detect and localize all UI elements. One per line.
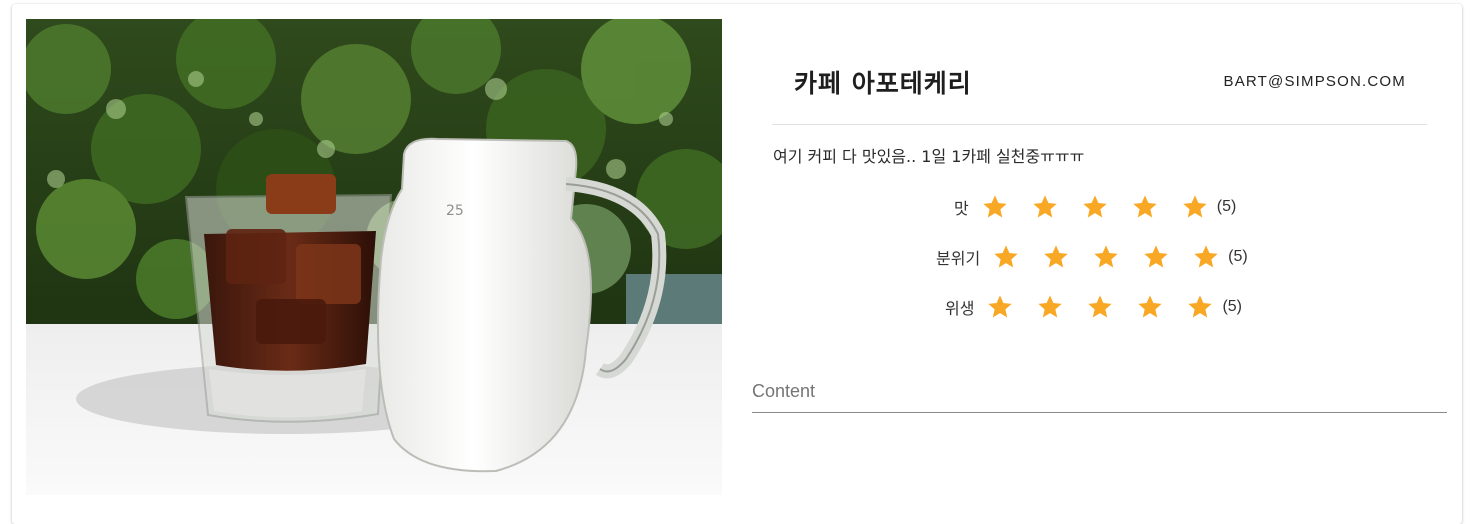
rating-row-atmosphere: 분위기 (5) bbox=[936, 242, 1248, 272]
star-icon[interactable] bbox=[1042, 243, 1070, 271]
review-description: 여기 커피 다 맛있음.. 1일 1카페 실천중ㅠㅠㅠ bbox=[773, 147, 1085, 166]
author-email[interactable]: BART@SIMPSON.COM bbox=[1223, 73, 1406, 90]
rating-row-hygiene: 위생 (5) bbox=[945, 292, 1242, 322]
rating-label-hygiene: 위생 bbox=[945, 299, 975, 318]
header-divider bbox=[772, 124, 1427, 125]
content-field: Content bbox=[752, 372, 1447, 414]
star-icon[interactable] bbox=[986, 293, 1014, 321]
content-input[interactable] bbox=[752, 372, 1447, 412]
star-icon[interactable] bbox=[1181, 193, 1209, 221]
cafe-title: 카페 아포테케리 bbox=[794, 69, 972, 98]
star-icon[interactable] bbox=[981, 193, 1009, 221]
rating-count-taste: (5) bbox=[1216, 198, 1237, 215]
star-icon[interactable] bbox=[992, 243, 1020, 271]
star-rating-hygiene[interactable] bbox=[986, 293, 1222, 321]
star-icon[interactable] bbox=[1192, 243, 1220, 271]
star-icon[interactable] bbox=[1131, 193, 1159, 221]
star-icon[interactable] bbox=[1031, 193, 1059, 221]
rating-row-taste: 맛 (5) bbox=[954, 192, 1236, 222]
rating-count-hygiene: (5) bbox=[1222, 298, 1243, 315]
star-icon[interactable] bbox=[1136, 293, 1164, 321]
rating-count-atmosphere: (5) bbox=[1228, 248, 1248, 265]
rating-label-atmosphere: 분위기 bbox=[936, 249, 981, 268]
star-icon[interactable] bbox=[1092, 243, 1120, 271]
content-field-underline bbox=[752, 412, 1447, 413]
star-icon[interactable] bbox=[1086, 293, 1114, 321]
glass-marking: 25 bbox=[446, 203, 464, 219]
star-icon[interactable] bbox=[1081, 193, 1109, 221]
star-icon[interactable] bbox=[1036, 293, 1064, 321]
star-rating-taste[interactable] bbox=[981, 193, 1217, 221]
rating-label-taste: 맛 bbox=[954, 199, 969, 218]
star-rating-atmosphere[interactable] bbox=[992, 243, 1228, 271]
cafe-photo: 25 bbox=[26, 19, 722, 495]
star-icon[interactable] bbox=[1142, 243, 1170, 271]
star-icon[interactable] bbox=[1186, 293, 1214, 321]
